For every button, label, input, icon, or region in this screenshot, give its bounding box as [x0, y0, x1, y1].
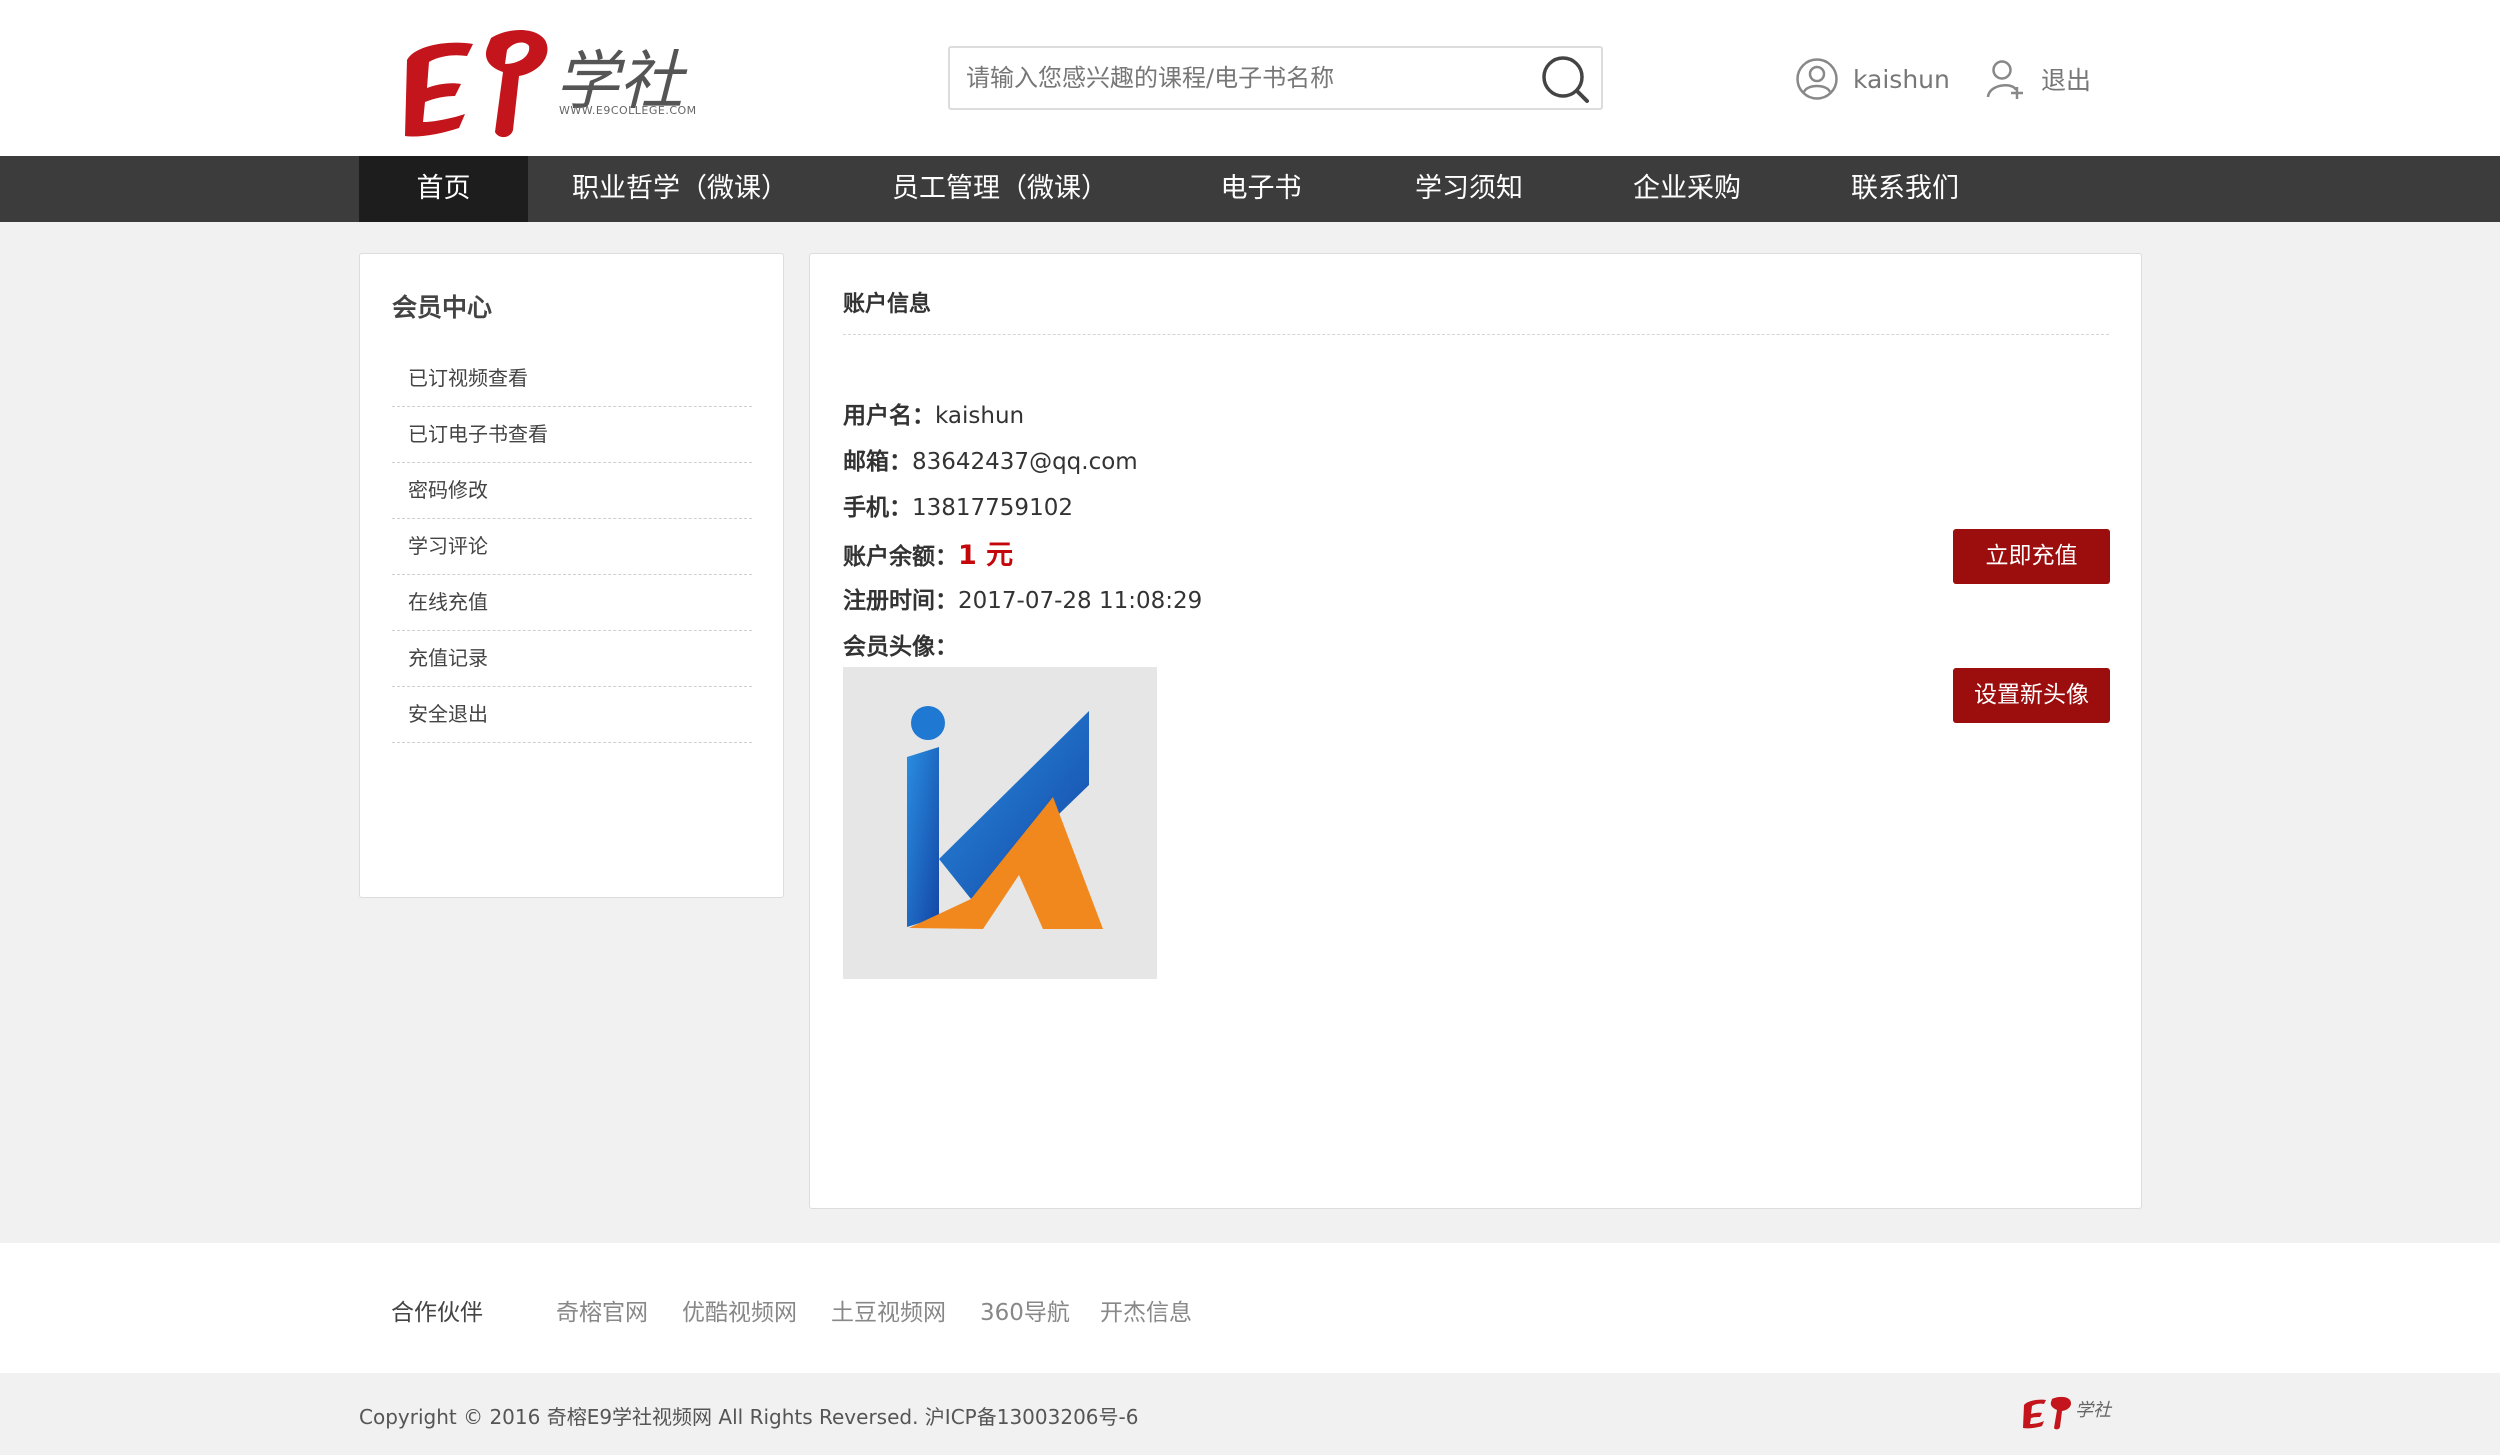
- partner-link-360[interactable]: 360导航: [980, 1293, 1070, 1327]
- search-icon: [1542, 56, 1589, 103]
- footer-logo-mark-icon: 学社: [2023, 1396, 2113, 1430]
- svg-text:学社: 学社: [2075, 1400, 2113, 1421]
- partner-link-qirong[interactable]: 奇榕官网: [556, 1293, 648, 1327]
- logout-link[interactable]: 退出: [1985, 54, 2091, 104]
- avatar: [843, 667, 1157, 979]
- sidebar-item-subscribed-ebooks[interactable]: 已订电子书查看: [392, 407, 752, 463]
- sidebar-title: 会员中心: [392, 293, 493, 322]
- partner-link-tudou[interactable]: 土豆视频网: [831, 1293, 946, 1327]
- partners-label: 合作伙伴: [391, 1300, 483, 1326]
- balance-row: 账户余额：1 元: [843, 533, 1013, 572]
- partner-link-kaijie[interactable]: 开杰信息: [1100, 1293, 1192, 1327]
- account-info-panel: 账户信息 用户名：kaishun 邮箱：83642437@qq.com 手机：1…: [809, 253, 2142, 1209]
- recharge-button[interactable]: 立即充值: [1953, 529, 2110, 584]
- avatar-row: 会员头像：: [843, 627, 958, 661]
- email-label: 邮箱：: [843, 449, 912, 475]
- nav-item-contact-us[interactable]: 联系我们: [1836, 156, 1974, 222]
- username-row: 用户名：kaishun: [843, 396, 1024, 430]
- nav-item-ebooks[interactable]: 电子书: [1200, 156, 1322, 222]
- nav-item-career-philosophy[interactable]: 职业哲学（微课）: [560, 156, 800, 222]
- member-sidebar: 会员中心 已订视频查看 已订电子书查看 密码修改 学习评论 在线充值 充值记录 …: [359, 253, 784, 898]
- nav-item-study-guide[interactable]: 学习须知: [1400, 156, 1538, 222]
- phone-label: 手机：: [843, 495, 912, 521]
- user-profile-link[interactable]: kaishun: [1795, 54, 1950, 104]
- main-nav: 首页 职业哲学（微课） 员工管理（微课） 电子书 学习须知 企业采购 联系我们: [0, 156, 2500, 222]
- nav-item-home[interactable]: 首页: [359, 156, 528, 222]
- nav-item-enterprise-purchase[interactable]: 企业采购: [1618, 156, 1756, 222]
- sidebar-item-online-recharge[interactable]: 在线充值: [392, 575, 752, 631]
- logo-url-text: WWW.E9COLLEGE.COM: [559, 104, 697, 117]
- avatar-k-logo-icon: [907, 706, 1103, 929]
- register-time-value: 2017-07-28 11:08:29: [958, 588, 1203, 614]
- site-header: 学社 WWW.E9COLLEGE.COM kaishun 退出: [0, 0, 2500, 156]
- username-label: kaishun: [1853, 64, 1950, 94]
- register-time-row: 注册时间：2017-07-28 11:08:29: [843, 581, 1202, 615]
- search-input[interactable]: [966, 58, 1506, 98]
- set-avatar-button[interactable]: 设置新头像: [1953, 668, 2110, 723]
- e9-logo-mark-icon: [405, 30, 548, 138]
- copyright-bar: Copyright © 2016 奇榕E9学社视频网 All Rights Re…: [0, 1373, 2500, 1455]
- phone-row: 手机：13817759102: [843, 488, 1073, 522]
- logout-label: 退出: [2041, 66, 2092, 95]
- sidebar-item-recharge-history[interactable]: 充值记录: [392, 631, 752, 687]
- site-logo[interactable]: 学社 WWW.E9COLLEGE.COM: [395, 10, 705, 146]
- nav-item-staff-management[interactable]: 员工管理（微课）: [880, 156, 1120, 222]
- username-label: 用户名：: [843, 403, 935, 429]
- partner-link-youku[interactable]: 优酷视频网: [682, 1293, 797, 1327]
- panel-title: 账户信息: [843, 292, 932, 317]
- sidebar-item-safe-logout[interactable]: 安全退出: [392, 687, 752, 743]
- balance-value: 1 元: [958, 540, 1014, 571]
- email-value: 83642437@qq.com: [912, 449, 1138, 475]
- username-value: kaishun: [935, 403, 1025, 429]
- sidebar-item-study-comments[interactable]: 学习评论: [392, 519, 752, 575]
- search-button[interactable]: [1539, 54, 1591, 104]
- search-box: [948, 46, 1603, 110]
- copyright-text: Copyright © 2016 奇榕E9学社视频网 All Rights Re…: [359, 1405, 1139, 1429]
- register-time-label: 注册时间：: [843, 588, 958, 614]
- avatar-label: 会员头像：: [843, 634, 958, 660]
- sidebar-menu: 已订视频查看 已订电子书查看 密码修改 学习评论 在线充值 充值记录 安全退出: [392, 351, 752, 743]
- balance-label: 账户余额：: [843, 544, 958, 570]
- footer-logo: 学社: [2020, 1391, 2120, 1437]
- user-circle-icon: [1796, 58, 1838, 100]
- user-plus-icon: [1986, 60, 2023, 99]
- sidebar-item-change-password[interactable]: 密码修改: [392, 463, 752, 519]
- phone-value: 13817759102: [912, 495, 1073, 521]
- panel-divider: [843, 334, 2109, 335]
- sidebar-item-subscribed-videos[interactable]: 已订视频查看: [392, 351, 752, 407]
- email-row: 邮箱：83642437@qq.com: [843, 442, 1138, 476]
- partners-bar: 合作伙伴 奇榕官网 优酷视频网 土豆视频网 360导航 开杰信息: [0, 1243, 2500, 1373]
